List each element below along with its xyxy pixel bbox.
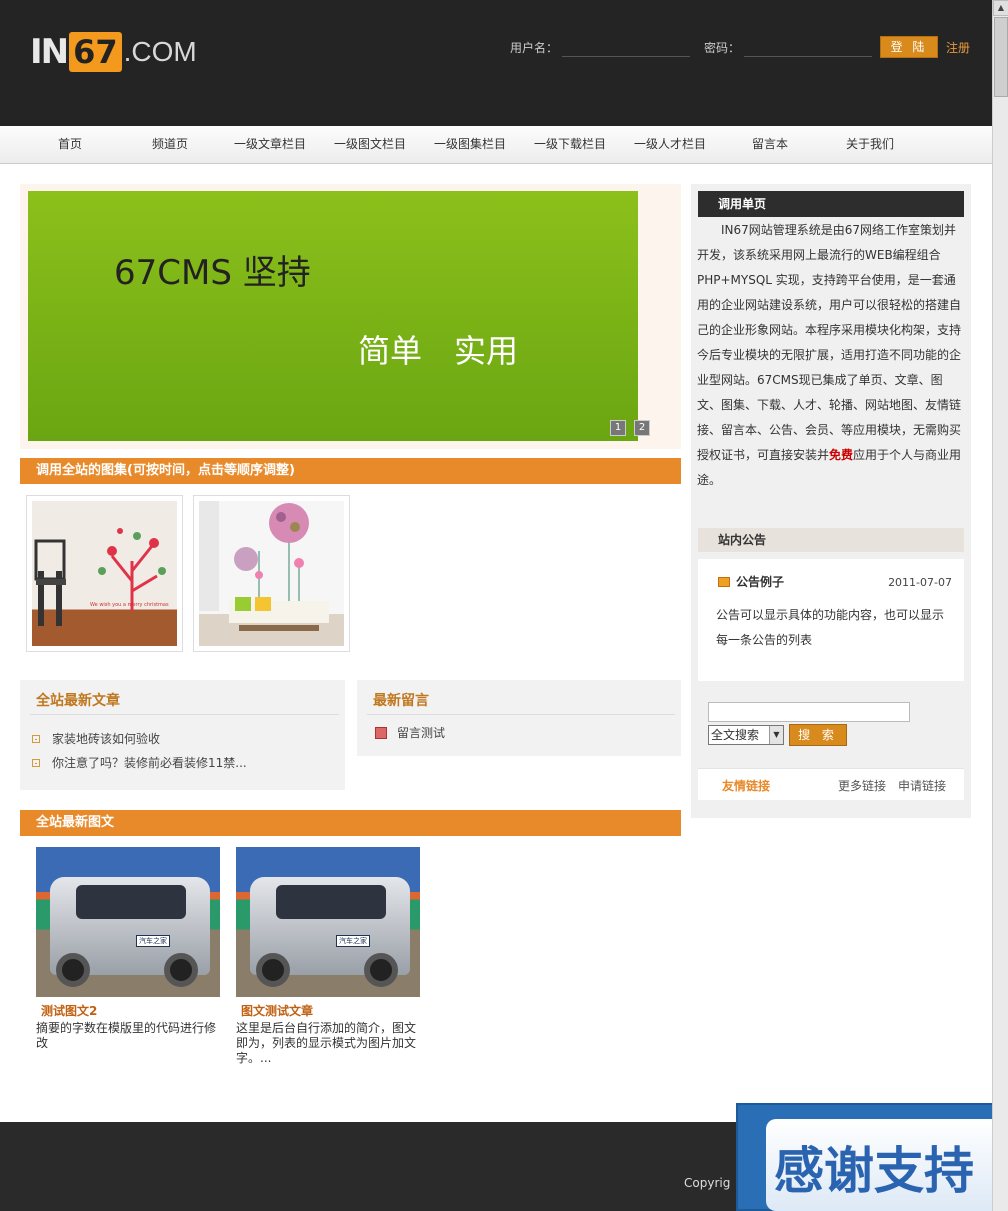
banner-subline: 简单 实用 xyxy=(358,332,519,370)
gallery-section-title: 调用全站的图集(可按时间，点击等顺序调整) xyxy=(20,458,681,484)
gallery-thumb[interactable] xyxy=(193,495,350,652)
message-link[interactable]: 留言测试 xyxy=(397,724,445,741)
notice-box: 公告例子 2011-07-07 公告可以显示具体的功能内容，也可以显示每一条公告… xyxy=(698,559,964,681)
chevron-down-icon: ▼ xyxy=(769,726,783,744)
photo-news-image[interactable]: 汽车之家 xyxy=(36,847,220,997)
latest-articles-title: 全站最新文章 xyxy=(36,693,120,709)
slider-page-2[interactable]: 2 xyxy=(634,420,650,436)
ad-text: 感谢支持 xyxy=(774,1142,974,1200)
scroll-up-icon[interactable]: ▲ xyxy=(993,0,1008,16)
latest-messages-title: 最新留言 xyxy=(373,693,429,709)
nav-item-home[interactable]: 首页 xyxy=(20,126,120,162)
notice-section-title: 站内公告 xyxy=(698,528,964,552)
divider xyxy=(30,714,339,715)
car-wheel xyxy=(56,953,90,987)
car-wheel xyxy=(364,953,398,987)
article-link[interactable]: 家装地砖该如何验收 xyxy=(52,730,160,747)
car-wheel xyxy=(256,953,290,987)
notice-title[interactable]: 公告例子 xyxy=(718,573,784,590)
logo-in: IN xyxy=(30,32,69,72)
username-input[interactable] xyxy=(562,37,691,57)
nav-item-guestbook[interactable]: 留言本 xyxy=(720,126,820,162)
divider xyxy=(367,714,675,715)
car-badge: 汽车之家 xyxy=(136,935,170,947)
apply-link[interactable]: 申请链接 xyxy=(898,777,946,794)
car-window xyxy=(276,885,386,919)
password-input[interactable] xyxy=(744,37,873,57)
car-badge: 汽车之家 xyxy=(336,935,370,947)
search-type-value: 全文搜索 xyxy=(711,728,760,742)
banner-slide[interactable]: 67CMS 坚持 简单 实用 xyxy=(28,191,638,441)
floating-ad[interactable]: 感谢支持 xyxy=(736,1103,1008,1211)
login-form: 用户名： 密码： 登 陆 注册 xyxy=(510,36,970,58)
ad-panel: 感谢支持 xyxy=(766,1119,1008,1211)
single-page-text: IN67网站管理系统是由67网络工作室策划并开发，该系统采用网上最流行的WEB编… xyxy=(697,218,965,493)
notice-body: 公告可以显示具体的功能内容，也可以显示每一条公告的列表 xyxy=(716,608,945,647)
notice-icon xyxy=(718,576,730,587)
nav-item-channel[interactable]: 频道页 xyxy=(120,126,220,162)
nav-item-articles[interactable]: 一级文章栏目 xyxy=(220,126,320,162)
photo-news-section-title: 全站最新图文 xyxy=(20,810,681,836)
photo-news-desc: 这里是后台自行添加的简介，图文即为，列表的显示模式为图片加文字。... xyxy=(236,1021,417,1065)
friend-links-bar: 友情链接 更多链接 申请链接 xyxy=(698,768,964,800)
register-link[interactable]: 注册 xyxy=(946,39,970,56)
notice-title-text: 公告例子 xyxy=(736,575,785,589)
site-logo[interactable]: IN 67 .COM xyxy=(30,22,197,72)
page-scrollbar[interactable]: ▲ xyxy=(992,0,1008,1211)
photo-news-title[interactable]: 图文测试文章 xyxy=(241,1002,313,1019)
book-icon xyxy=(375,726,387,739)
friend-links-title: 友情链接 xyxy=(722,779,771,793)
banner-slider: 67CMS 坚持 简单 实用 1 2 xyxy=(20,184,681,449)
logo-number: 67 xyxy=(69,32,122,72)
logo-com: .COM xyxy=(123,36,197,67)
list-item[interactable]: 留言测试 xyxy=(375,724,445,741)
list-item[interactable]: 你注意了吗？装修前必看装修11禁... xyxy=(32,754,247,771)
single-page-text-a: IN67网站管理系统是由67网络工作室策划并开发，该系统采用网上最流行的WEB编… xyxy=(697,223,962,462)
article-link[interactable]: 你注意了吗？装修前必看装修11禁... xyxy=(52,754,247,771)
sidebar: 调用单页 IN67网站管理系统是由67网络工作室策划并开发，该系统采用网上最流行… xyxy=(691,184,971,818)
car-wheel xyxy=(164,953,198,987)
search-input[interactable] xyxy=(708,702,910,722)
gallery-image-flowers xyxy=(199,501,344,646)
gallery-thumb[interactable]: We wish you a merry christmas xyxy=(26,495,183,652)
nav-item-downloads[interactable]: 一级下载栏目 xyxy=(520,126,620,162)
copyright-text: Copyrig xyxy=(684,1176,731,1190)
slider-page-1[interactable]: 1 xyxy=(610,420,626,436)
list-item[interactable]: 家装地砖该如何验收 xyxy=(32,730,160,747)
gallery-image-tree: We wish you a merry christmas xyxy=(32,501,177,646)
nav-item-photo-articles[interactable]: 一级图文栏目 xyxy=(320,126,420,162)
notice-date: 2011-07-07 xyxy=(888,576,952,589)
bullet-icon xyxy=(32,734,40,743)
site-header: IN 67 .COM 用户名： 密码： 登 陆 注册 xyxy=(0,0,992,126)
car-window xyxy=(76,885,186,919)
main-nav: 首页 频道页 一级文章栏目 一级图文栏目 一级图集栏目 一级下载栏目 一级人才栏… xyxy=(0,126,992,164)
search-button[interactable]: 搜 索 xyxy=(789,724,847,746)
photo-news-title[interactable]: 测试图文2 xyxy=(41,1002,97,1019)
bullet-icon xyxy=(32,758,40,767)
more-links[interactable]: 更多链接 xyxy=(838,777,886,794)
nav-item-galleries[interactable]: 一级图集栏目 xyxy=(420,126,520,162)
nav-item-jobs[interactable]: 一级人才栏目 xyxy=(620,126,720,162)
login-button[interactable]: 登 陆 xyxy=(880,36,939,58)
scroll-thumb[interactable] xyxy=(994,17,1008,97)
latest-articles-panel: 全站最新文章 家装地砖该如何验收 你注意了吗？装修前必看装修11禁... xyxy=(20,680,345,790)
password-label: 密码： xyxy=(704,40,741,55)
free-highlight: 免费 xyxy=(829,448,854,462)
search-type-select[interactable]: 全文搜索 ▼ xyxy=(708,725,784,745)
latest-messages-panel: 最新留言 留言测试 xyxy=(357,680,681,756)
photo-news-image[interactable]: 汽车之家 xyxy=(236,847,420,997)
photo-news-desc: 摘要的字数在模版里的代码进行修改 xyxy=(36,1021,217,1050)
banner-headline: 67CMS 坚持 xyxy=(114,253,311,293)
single-page-title: 调用单页 xyxy=(698,191,964,217)
nav-item-about[interactable]: 关于我们 xyxy=(820,126,920,162)
gallery-caption: We wish you a merry christmas xyxy=(90,602,169,608)
username-label: 用户名： xyxy=(510,40,559,55)
